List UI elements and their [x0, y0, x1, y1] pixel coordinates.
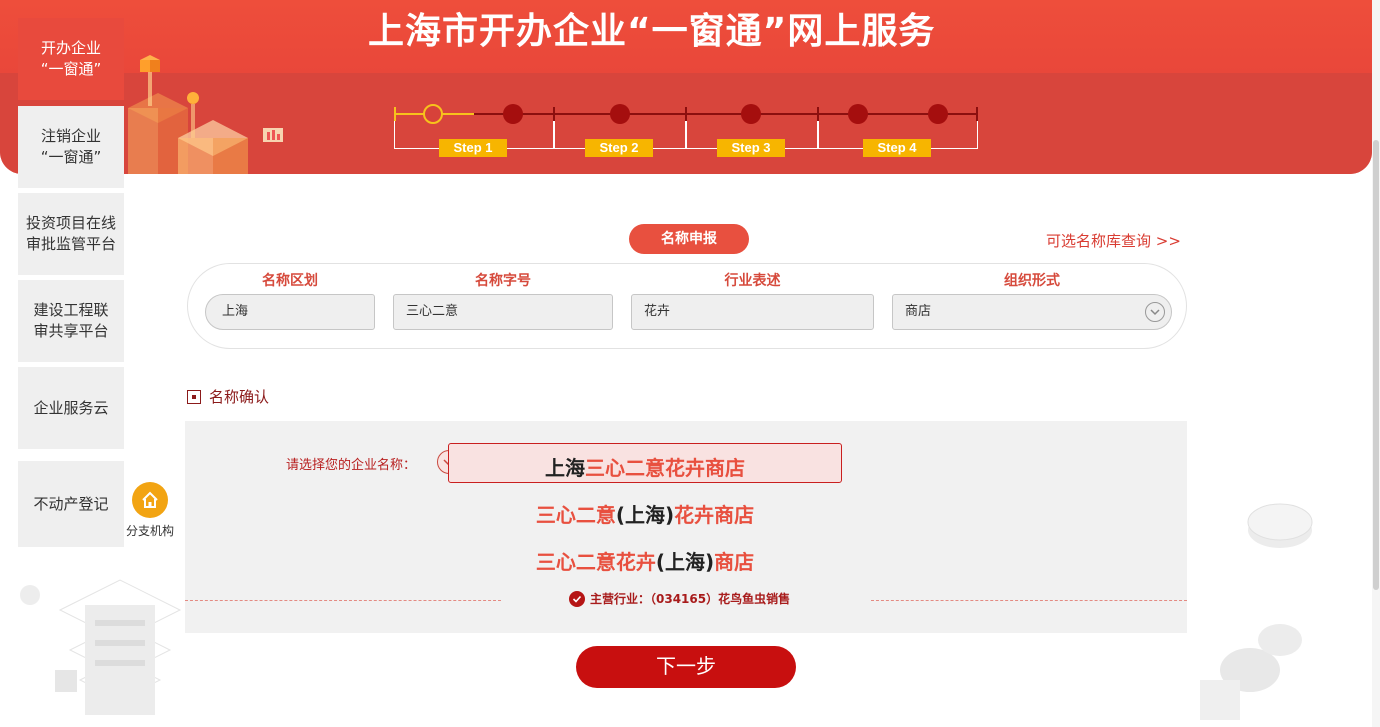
background-illustration-right: [1200, 503, 1313, 720]
city-illustration: [128, 55, 283, 174]
step-1-label: Step 1: [439, 139, 507, 157]
option-part: (上海): [655, 550, 715, 574]
sidebar-item-construction-review[interactable]: 建设工程联 审共享平台: [18, 280, 124, 362]
option-part: 三心二意花卉: [535, 550, 656, 574]
step-3-label: Step 3: [717, 139, 785, 157]
step-progress: Step 1 Step 2 Step 3 Step 4: [394, 100, 978, 160]
step-2-label: Step 2: [585, 139, 653, 157]
step-tick: [553, 107, 555, 121]
trade-name-input[interactable]: 三心二意: [393, 294, 613, 330]
name-option-3[interactable]: 三心二意花卉(上海)商店: [448, 546, 842, 575]
option-part: (上海): [615, 503, 675, 527]
scrollbar-thumb[interactable]: [1373, 140, 1379, 590]
progress-line: [474, 113, 978, 115]
org-form-value: 商店: [905, 304, 932, 319]
chevron-down-icon[interactable]: [1145, 302, 1165, 322]
divider: [185, 600, 501, 601]
check-icon: [569, 590, 585, 607]
name-library-link[interactable]: 可选名称库查询 >>: [1046, 230, 1181, 251]
field-label-trade-name: 名称字号: [475, 273, 531, 289]
name-option-1[interactable]: 上海三心二意花卉商店: [448, 452, 842, 481]
choose-name-label: 请选择您的企业名称：: [286, 458, 417, 473]
field-label-region: 名称区划: [262, 273, 318, 289]
main-industry-text: 主营行业：（034165）花鸟鱼虫销售: [590, 592, 791, 606]
region-input[interactable]: 上海: [205, 294, 375, 330]
org-form-select[interactable]: 商店: [892, 294, 1172, 330]
sidebar-item-investment-approval[interactable]: 投资项目在线 审批监管平台: [18, 193, 124, 275]
name-declare-tab: 名称申报: [629, 224, 749, 254]
name-option-2[interactable]: 三心二意(上海)花卉商店: [448, 499, 842, 528]
step-tick: [685, 107, 687, 121]
home-icon[interactable]: [132, 482, 168, 518]
step-4-label: Step 4: [863, 139, 931, 157]
option-part: 商店: [714, 550, 755, 574]
divider: [871, 600, 1187, 601]
main-industry: 主营行业：（034165）花鸟鱼虫销售: [569, 590, 790, 607]
page-title: 上海市开办企业“一窗通”网上服务: [368, 11, 936, 52]
sidebar-item-enterprise-cloud[interactable]: 企业服务云: [18, 367, 124, 449]
option-part: 花卉商店: [674, 503, 755, 527]
step-tick: [817, 107, 819, 121]
industry-input[interactable]: 花卉: [631, 294, 874, 330]
page-scrollbar[interactable]: [1372, 0, 1380, 727]
field-label-org-form: 组织形式: [1004, 273, 1060, 289]
sidebar-item-cancel-business[interactable]: 注销企业 “一窗通”: [18, 106, 124, 188]
section-marker-icon: [187, 389, 201, 404]
header-banner: 上海市开办企业“一窗通”网上服务 Step 1 Step 2 Step 3 St…: [0, 0, 1372, 174]
step-tick: [394, 107, 396, 121]
field-label-industry: 行业表述: [724, 273, 781, 289]
name-confirm-title: 名称确认: [209, 388, 270, 406]
option-part: 三心二意: [535, 503, 616, 527]
branch-link[interactable]: 分支机构: [124, 482, 176, 539]
sidebar-item-open-business[interactable]: 开办企业 “一窗通”: [18, 18, 124, 100]
name-confirm-heading: 名称确认: [187, 386, 269, 407]
step-tick: [976, 107, 978, 121]
option-part: 三心二意花卉商店: [585, 456, 745, 480]
next-step-button[interactable]: 下一步: [576, 646, 796, 688]
sidebar-item-real-estate[interactable]: 不动产登记: [18, 461, 124, 547]
branch-label: 分支机构: [125, 524, 174, 538]
option-part: 上海: [545, 456, 585, 480]
